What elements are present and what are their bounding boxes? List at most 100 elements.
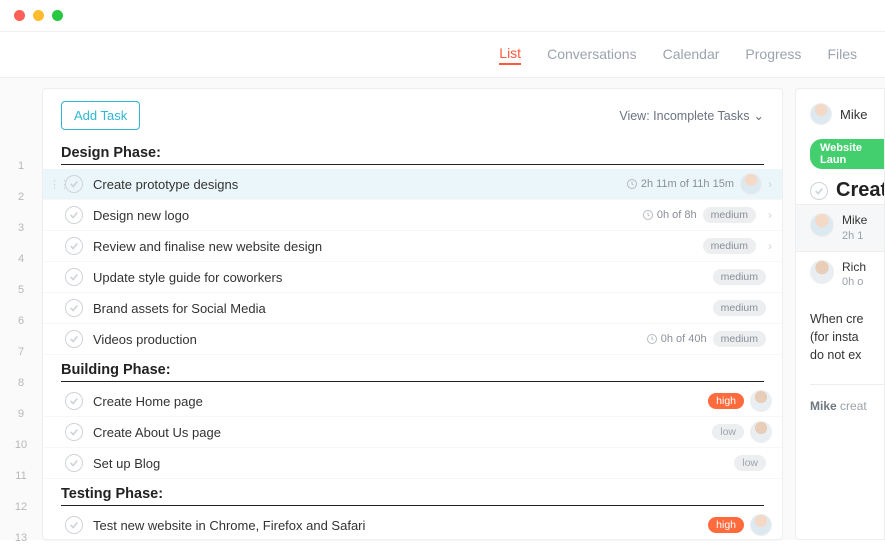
assignee-row[interactable]: Rich0h o — [810, 252, 884, 298]
row-number: 12 — [0, 491, 42, 522]
complete-toggle-icon[interactable] — [65, 454, 83, 472]
complete-toggle-icon[interactable] — [65, 237, 83, 255]
assignee-avatar[interactable] — [750, 421, 772, 443]
row-number: 1 — [0, 150, 42, 181]
task-row[interactable]: ⋮⋮Review and finalise new website design… — [43, 231, 782, 262]
avatar — [810, 103, 832, 125]
chevron-right-icon: › — [768, 239, 772, 253]
priority-badge: medium — [713, 300, 766, 316]
panel-owner-name: Mike — [840, 107, 867, 122]
time-tracked-chip[interactable]: 0h of 8h — [642, 209, 697, 221]
task-title: Design new logo — [93, 208, 642, 223]
section-title: Building Phase: — [61, 362, 764, 382]
tab-list[interactable]: List — [499, 45, 521, 65]
complete-toggle-icon[interactable] — [65, 175, 83, 193]
section-title: Design Phase: — [61, 145, 764, 165]
time-tracked-chip[interactable]: 0h of 40h — [646, 333, 707, 345]
task-row[interactable]: ⋮⋮Design new logo0h of 8hmedium› — [43, 200, 782, 231]
task-detail-panel: Mike Website Laun Creat Mike2h 1Rich0h o… — [795, 88, 885, 540]
priority-badge: high — [708, 393, 744, 409]
priority-badge: medium — [713, 269, 766, 285]
task-row[interactable]: ⋮⋮Create Home pagehigh — [43, 386, 782, 417]
task-title: Create About Us page — [93, 425, 712, 440]
priority-badge: medium — [703, 207, 756, 223]
section-title: Testing Phase: — [61, 486, 764, 506]
chevron-down-icon: ⌄ — [754, 108, 764, 123]
task-row[interactable]: ⋮⋮Test new website in Chrome, Firefox an… — [43, 510, 782, 541]
row-number: 2 — [0, 181, 42, 212]
task-title: Videos production — [93, 332, 646, 347]
task-row[interactable]: ⋮⋮Set up Bloglow — [43, 448, 782, 479]
add-task-button[interactable]: Add Task — [61, 101, 140, 130]
assignee-avatar[interactable] — [750, 514, 772, 536]
panel-owner[interactable]: Mike — [810, 103, 884, 125]
task-list-panel: Add Task View: Incomplete Tasks ⌄ Design… — [42, 88, 783, 540]
complete-toggle-icon[interactable] — [65, 423, 83, 441]
main-tabs: List Conversations Calendar Progress Files — [0, 32, 885, 78]
assignee-name: Rich — [842, 260, 866, 276]
time-tracked-chip[interactable]: 2h 11m of 11h 15m — [626, 178, 734, 190]
assignee-avatar[interactable] — [750, 390, 772, 412]
row-number: 5 — [0, 274, 42, 305]
row-number: 11 — [0, 460, 42, 491]
priority-badge: high — [708, 517, 744, 533]
view-filter-label: View: Incomplete Tasks — [619, 109, 749, 123]
complete-toggle-icon[interactable] — [810, 182, 828, 200]
avatar — [810, 213, 834, 237]
assignee-time: 0h o — [842, 275, 866, 289]
complete-toggle-icon[interactable] — [65, 206, 83, 224]
assignee-name: Mike — [842, 213, 867, 229]
task-description: When cre(for instado not ex — [810, 310, 884, 364]
complete-toggle-icon[interactable] — [65, 299, 83, 317]
task-activity-meta: Mike creat — [810, 384, 884, 413]
drag-handle-icon[interactable]: ⋮⋮ — [49, 178, 61, 191]
task-row[interactable]: ⋮⋮Brand assets for Social Mediamedium — [43, 293, 782, 324]
task-row[interactable]: ⋮⋮Update style guide for coworkersmedium — [43, 262, 782, 293]
priority-badge: medium — [703, 238, 756, 254]
tab-calendar[interactable]: Calendar — [663, 46, 720, 64]
row-number: 10 — [0, 429, 42, 460]
view-filter-toggle[interactable]: View: Incomplete Tasks ⌄ — [619, 108, 764, 123]
window-zoom-icon[interactable] — [52, 10, 63, 21]
row-number: 9 — [0, 398, 42, 429]
avatar — [810, 260, 834, 284]
chevron-right-icon: › — [768, 177, 772, 191]
row-number: 3 — [0, 212, 42, 243]
complete-toggle-icon[interactable] — [65, 516, 83, 534]
task-title: Update style guide for coworkers — [93, 270, 713, 285]
priority-badge: low — [712, 424, 744, 440]
assignee-avatar[interactable] — [740, 173, 762, 195]
task-row[interactable]: ⋮⋮Create About Us pagelow — [43, 417, 782, 448]
row-number: 6 — [0, 305, 42, 336]
task-title: Review and finalise new website design — [93, 239, 703, 254]
tab-progress[interactable]: Progress — [745, 46, 801, 64]
row-number: 13 — [0, 522, 42, 553]
tab-files[interactable]: Files — [827, 46, 857, 64]
task-detail-title: Creat — [810, 179, 884, 202]
row-number-gutter: 12345678910111213 — [0, 88, 42, 540]
window-minimize-icon[interactable] — [33, 10, 44, 21]
section-header: Testing Phase: — [43, 479, 782, 510]
task-row[interactable]: ⋮⋮Videos production0h of 40hmedium — [43, 324, 782, 355]
complete-toggle-icon[interactable] — [65, 392, 83, 410]
priority-badge: low — [734, 455, 766, 471]
assignee-time: 2h 1 — [842, 229, 867, 243]
project-badge[interactable]: Website Laun — [810, 139, 884, 169]
task-title: Set up Blog — [93, 456, 734, 471]
task-title: Create prototype designs — [93, 177, 626, 192]
priority-badge: medium — [713, 331, 766, 347]
task-title: Brand assets for Social Media — [93, 301, 713, 316]
task-row[interactable]: ⋮⋮ Create prototype designs2h 11m of 11h … — [43, 169, 782, 200]
task-title: Create Home page — [93, 394, 708, 409]
chevron-right-icon: › — [768, 208, 772, 222]
tab-conversations[interactable]: Conversations — [547, 46, 637, 64]
section-header: Design Phase: — [43, 138, 782, 169]
assignee-row[interactable]: Mike2h 1 — [796, 204, 884, 252]
complete-toggle-icon[interactable] — [65, 268, 83, 286]
window-close-icon[interactable] — [14, 10, 25, 21]
window-titlebar — [0, 0, 885, 32]
complete-toggle-icon[interactable] — [65, 330, 83, 348]
row-number: 8 — [0, 367, 42, 398]
row-number: 4 — [0, 243, 42, 274]
task-title: Test new website in Chrome, Firefox and … — [93, 518, 708, 533]
